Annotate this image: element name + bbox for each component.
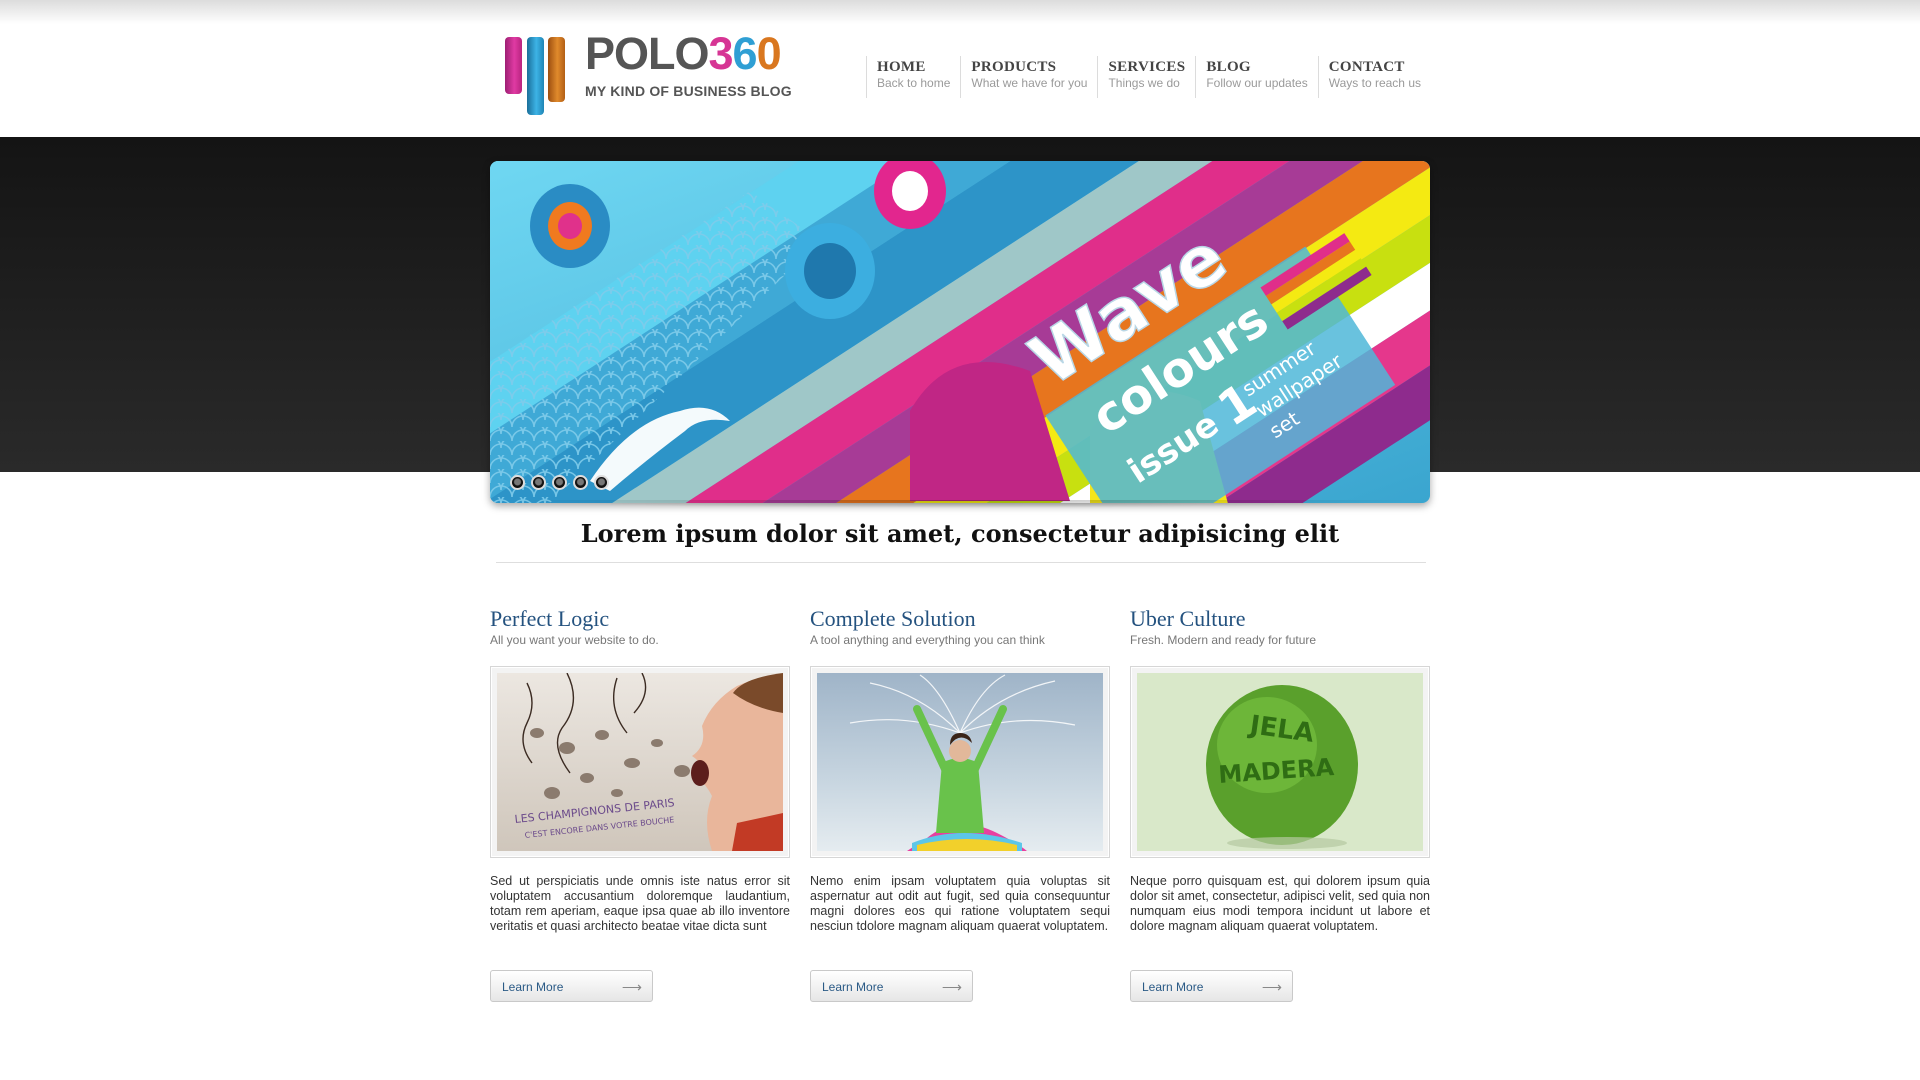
nav-item-subtitle: Back to home xyxy=(877,76,951,90)
nav-item-label: CONTACT xyxy=(1328,59,1405,75)
feature-title[interactable]: Perfect Logic xyxy=(490,606,790,632)
nav-item-contact[interactable]: CONTACT Ways to reach us xyxy=(1317,56,1431,98)
feature-text: Neque porro quisquam est, qui dolorem ip… xyxy=(1130,874,1430,933)
button-label: Learn More xyxy=(502,980,564,994)
nav-item-subtitle: Ways to reach us xyxy=(1328,76,1421,90)
nav-item-label: BLOG xyxy=(1206,59,1251,75)
arrow-right-icon: ⟶ xyxy=(941,979,962,995)
nav-item-label: HOME xyxy=(877,59,926,75)
page-headline: Lorem ipsum dolor sit amet, consectetur … xyxy=(580,519,1340,548)
feature-title[interactable]: Uber Culture xyxy=(1130,606,1430,632)
slider-dot[interactable] xyxy=(552,475,567,490)
site-logo[interactable]: POLO360 MY KIND OF BUSINESS BLOG xyxy=(503,28,803,116)
feature-image-frame[interactable]: JELA MADERA xyxy=(1130,666,1430,858)
feature-subtitle: All you want your website to do. xyxy=(490,633,659,647)
nav-item-label: SERVICES xyxy=(1108,59,1186,75)
slider-dot[interactable] xyxy=(531,475,546,490)
feature-column: Complete Solution A tool anything and ev… xyxy=(810,606,1110,1002)
nav-item-subtitle: What we have for you xyxy=(971,76,1088,90)
feature-image-dancer xyxy=(817,673,1103,851)
feature-text: Nemo enim ipsam voluptatem quia voluptas… xyxy=(810,874,1110,933)
feature-image-mushrooms: LES CHAMPIGNONS DE PARIS C'EST ENCORE DA… xyxy=(497,673,783,851)
logo-bar-blue xyxy=(527,37,544,115)
feature-subtitle: A tool anything and everything you can t… xyxy=(810,633,1045,647)
site-header: POLO360 MY KIND OF BUSINESS BLOG HOME Ba… xyxy=(0,0,1920,137)
slider-pagination xyxy=(510,475,609,490)
main-nav: HOME Back to home PRODUCTS What we have … xyxy=(866,56,1431,98)
feature-image-green-sphere: JELA MADERA xyxy=(1137,673,1423,851)
nav-item-label: PRODUCTS xyxy=(971,59,1057,75)
button-label: Learn More xyxy=(1142,980,1204,994)
logo-tagline: MY KIND OF BUSINESS BLOG xyxy=(585,83,792,99)
slider-image-wave-colours: Wave colours issue 1 summer wallpaper se… xyxy=(490,161,1430,503)
slider-dot[interactable] xyxy=(573,475,588,490)
nav-item-blog[interactable]: BLOG Follow our updates xyxy=(1195,56,1317,98)
slider-shadow xyxy=(495,500,1425,508)
feature-image-frame[interactable] xyxy=(810,666,1110,858)
nav-item-subtitle: Follow our updates xyxy=(1206,76,1308,90)
nav-item-services[interactable]: SERVICES Things we do xyxy=(1097,56,1195,98)
feature-title[interactable]: Complete Solution xyxy=(810,606,1110,632)
learn-more-button[interactable]: Learn More ⟶ xyxy=(810,970,973,1002)
button-label: Learn More xyxy=(822,980,884,994)
feature-subtitle: Fresh. Modern and ready for future xyxy=(1130,633,1317,647)
hero-slider[interactable]: Wave colours issue 1 summer wallpaper se… xyxy=(490,161,1430,503)
arrow-right-icon: ⟶ xyxy=(1261,979,1282,995)
nav-item-subtitle: Things we do xyxy=(1108,76,1180,90)
logo-bar-magenta xyxy=(505,37,522,94)
arrow-right-icon: ⟶ xyxy=(621,979,642,995)
feature-column: Uber Culture Fresh. Modern and ready for… xyxy=(1130,606,1430,1002)
nav-item-home[interactable]: HOME Back to home xyxy=(866,56,960,98)
feature-image-frame[interactable]: LES CHAMPIGNONS DE PARIS C'EST ENCORE DA… xyxy=(490,666,790,858)
logo-bar-orange xyxy=(548,37,565,102)
feature-column: Perfect Logic All you want your website … xyxy=(490,606,790,1002)
learn-more-button[interactable]: Learn More ⟶ xyxy=(490,970,653,1002)
feature-text: Sed ut perspiciatis unde omnis iste natu… xyxy=(490,874,790,933)
slider-dot[interactable] xyxy=(510,475,525,490)
nav-item-products[interactable]: PRODUCTS What we have for you xyxy=(960,56,1097,98)
divider xyxy=(496,562,1426,563)
logo-wordmark: POLO360 xyxy=(585,28,782,79)
learn-more-button[interactable]: Learn More ⟶ xyxy=(1130,970,1293,1002)
slider-dot[interactable] xyxy=(594,475,609,490)
